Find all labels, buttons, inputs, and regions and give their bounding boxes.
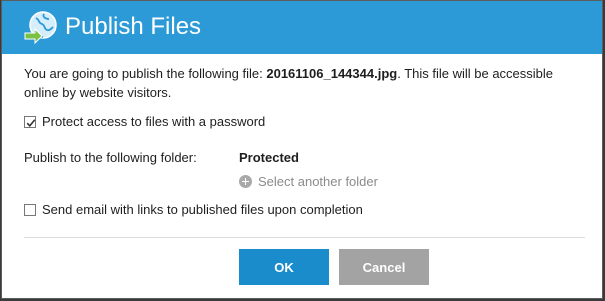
- cancel-button[interactable]: Cancel: [339, 249, 429, 285]
- send-email-option[interactable]: Send email with links to published files…: [24, 202, 363, 217]
- protect-password-checkbox[interactable]: [24, 115, 36, 128]
- send-email-label[interactable]: Send email with links to published files…: [42, 202, 363, 217]
- checkmark-icon: [26, 118, 36, 127]
- protect-password-label[interactable]: Protect access to files with a password: [42, 114, 265, 129]
- protect-password-option[interactable]: Protect access to files with a password: [24, 114, 265, 129]
- ok-button[interactable]: OK: [239, 249, 329, 285]
- plus-circle-icon: [239, 175, 252, 188]
- intro-prefix: You are going to publish the following f…: [24, 66, 267, 81]
- select-another-folder-link[interactable]: Select another folder: [239, 174, 378, 189]
- publish-globe-arrow-icon: [22, 10, 58, 46]
- intro-text: You are going to publish the following f…: [24, 64, 589, 102]
- publish-folder-value: Protected: [239, 150, 299, 165]
- dialog-titlebar: Publish Files: [2, 1, 602, 54]
- select-another-folder-label[interactable]: Select another folder: [258, 174, 378, 189]
- intro-filename: 20161106_144344.jpg: [266, 66, 398, 81]
- footer-divider: [24, 237, 585, 238]
- dialog-content: You are going to publish the following f…: [24, 64, 589, 217]
- send-email-checkbox[interactable]: [24, 203, 36, 216]
- dialog-title: Publish Files: [65, 13, 202, 40]
- publish-files-dialog: Publish Files You are going to publish t…: [1, 0, 603, 299]
- publish-folder-label: Publish to the following folder:: [24, 150, 197, 165]
